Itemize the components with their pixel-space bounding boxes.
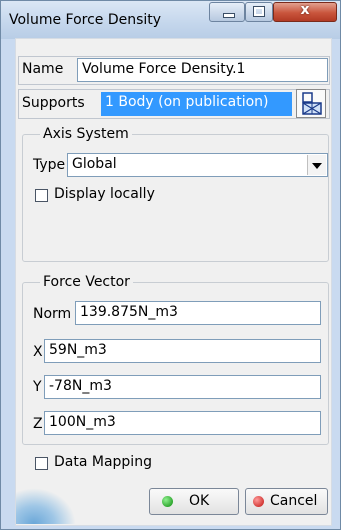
corner-decoration bbox=[16, 488, 76, 524]
maximize-button[interactable] bbox=[245, 2, 273, 22]
data-mapping-label: Data Mapping bbox=[54, 454, 152, 470]
x-label: X bbox=[33, 344, 43, 360]
name-field[interactable]: Volume Force Density.1 bbox=[77, 58, 328, 82]
display-locally-checkbox[interactable] bbox=[35, 189, 48, 202]
minimize-button[interactable] bbox=[209, 2, 245, 22]
chevron-down-icon[interactable] bbox=[307, 155, 326, 175]
title-bar[interactable]: Volume Force Density x bbox=[1, 1, 340, 39]
z-label: Z bbox=[33, 416, 43, 432]
cancel-icon bbox=[253, 496, 264, 507]
norm-label: Norm bbox=[33, 306, 72, 322]
cancel-label: Cancel bbox=[270, 493, 318, 509]
x-field[interactable]: 59N_m3 bbox=[44, 339, 321, 363]
y-field[interactable]: -78N_m3 bbox=[44, 375, 321, 399]
norm-field[interactable]: 139.875N_m3 bbox=[75, 301, 321, 325]
name-label: Name bbox=[22, 61, 64, 77]
y-label: Y bbox=[33, 379, 42, 395]
display-locally-label: Display locally bbox=[54, 186, 155, 202]
close-icon: x bbox=[300, 2, 310, 18]
geometry-select-icon bbox=[302, 92, 322, 115]
close-button[interactable]: x bbox=[273, 2, 337, 22]
axis-system-legend: Axis System bbox=[40, 126, 132, 142]
minimize-icon bbox=[223, 13, 235, 18]
ok-label: OK bbox=[189, 493, 210, 509]
ok-icon bbox=[162, 496, 173, 507]
cancel-button[interactable]: Cancel bbox=[245, 488, 328, 515]
ok-button[interactable]: OK bbox=[149, 488, 239, 515]
supports-select-button[interactable] bbox=[296, 89, 326, 118]
supports-label: Supports bbox=[22, 95, 85, 111]
window-title: Volume Force Density bbox=[9, 12, 162, 28]
z-field[interactable]: 100N_m3 bbox=[44, 411, 321, 435]
supports-field[interactable]: 1 Body (on publication) bbox=[101, 92, 292, 116]
data-mapping-checkbox[interactable] bbox=[35, 457, 48, 470]
maximize-icon bbox=[253, 6, 265, 17]
type-label: Type bbox=[33, 157, 66, 173]
type-dropdown[interactable]: Global bbox=[67, 153, 328, 177]
force-vector-legend: Force Vector bbox=[40, 274, 133, 290]
type-dropdown-value: Global bbox=[72, 156, 117, 172]
